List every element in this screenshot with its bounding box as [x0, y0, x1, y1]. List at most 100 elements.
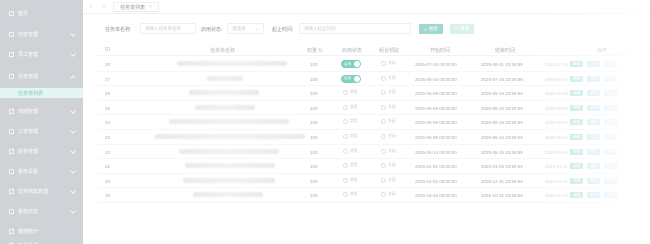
enabled-radio[interactable]: 禁用 — [343, 90, 358, 96]
view-button[interactable]: 查看 — [587, 192, 600, 199]
delete-button[interactable]: 删除 — [604, 192, 617, 199]
header-combined: 组合领取 — [379, 48, 400, 54]
view-button[interactable]: 查看 — [587, 75, 600, 82]
sidebar-item-items_after-3[interactable]: 系统设置 — [0, 162, 83, 180]
table-row[interactable]: 24 100 禁用 关闭 2025-06-05 00:00:00 2025-06-15 2… — [97, 115, 650, 130]
row-created: 2025-01-01 — [545, 164, 569, 170]
enabled-radio[interactable]: 禁用 — [343, 192, 358, 198]
view-button[interactable]: 查看 — [587, 90, 600, 97]
table-row[interactable]: 21 100 禁用 关闭 2025-01-01 00:00:00 2025-01-05 2… — [97, 159, 650, 174]
view-button[interactable]: 查看 — [587, 119, 600, 126]
sidebar-item-items_after-7[interactable]: 其他设置 — [0, 236, 83, 244]
chevron-down-icon — [70, 108, 76, 114]
view-button[interactable]: 查看 — [587, 134, 600, 140]
radio-label: 禁用 — [350, 90, 358, 95]
edit-button[interactable]: 编辑 — [570, 163, 583, 170]
edit-button[interactable]: 编辑 — [570, 148, 583, 155]
edit-button[interactable]: 编辑 — [570, 134, 583, 140]
delete-button[interactable]: 删除 — [604, 75, 617, 82]
edit-button[interactable]: 编辑 — [570, 177, 583, 184]
table-row[interactable]: 26 100 禁用 关闭 2025-06-09 00:00:00 2025-06-15 2… — [97, 86, 650, 101]
table-row[interactable]: 28 100 启用 关闭 2025-07-16 00:00:00 2025-08-01 2… — [97, 57, 650, 72]
reset-button[interactable]: ↻ 重置 — [450, 24, 474, 34]
back-icon[interactable]: ‹ — [88, 4, 94, 10]
task-name-input[interactable]: 请输入任务单名称 — [140, 23, 196, 34]
sidebar-item-items_after-1[interactable]: 订单管理 — [0, 122, 83, 140]
combined-radio[interactable]: 关闭 — [381, 90, 396, 96]
enabled-radio[interactable]: 禁用 — [343, 177, 358, 183]
delete-button[interactable]: 删除 — [604, 177, 617, 184]
delete-button[interactable]: 删除 — [604, 148, 617, 155]
table-row[interactable]: 20 100 禁用 关闭 2025-12-01 00:00:00 2025-12-31 2… — [97, 174, 650, 189]
radio-label: 禁用 — [350, 119, 358, 124]
sidebar-item-items-1[interactable]: 内容管理 — [0, 25, 83, 43]
combined-radio[interactable]: 关闭 — [381, 177, 396, 183]
delete-button[interactable]: 删除 — [604, 61, 617, 67]
table-header: ID 任务单名称 权重 ⇅ 启用状态 组合领取 开始时间 结束时间 操作 — [97, 44, 650, 56]
sidebar-subitem-task-list[interactable]: 任务单列表 — [0, 88, 83, 98]
tab-task-list[interactable]: 任务单列表 × — [113, 2, 159, 12]
radio-label: 禁用 — [350, 177, 358, 182]
combined-radio[interactable]: 关闭 — [381, 192, 396, 198]
sidebar-item-items-2[interactable]: 员工管理 — [0, 45, 83, 63]
enabled-radio[interactable]: 禁用 — [343, 119, 358, 125]
table-row[interactable]: 22 100 禁用 关闭 2025-06-14 00:00:00 2025-06-15 2… — [97, 145, 650, 160]
combined-radio[interactable]: 关闭 — [381, 75, 396, 81]
view-button[interactable]: 查看 — [587, 61, 600, 67]
table-row[interactable]: 27 100 启用 关闭 2025-06-16 00:00:00 2025-07-16 2… — [97, 72, 650, 87]
status-select[interactable]: 请选择 ⌄ — [227, 23, 264, 34]
view-button[interactable]: 查看 — [587, 104, 600, 111]
time-range-input[interactable]: 请输入起止时间 — [299, 23, 411, 34]
combined-radio[interactable]: 关闭 — [381, 61, 396, 66]
close-icon[interactable]: × — [149, 4, 152, 10]
combined-radio[interactable]: 关闭 — [381, 119, 396, 125]
view-button[interactable]: 查看 — [587, 177, 600, 184]
view-button[interactable]: 查看 — [587, 148, 600, 155]
header-name: 任务单名称 — [210, 48, 236, 54]
toggle-label: 启用 — [344, 61, 351, 66]
sidebar-item-items_after-0[interactable]: 商城管理 — [0, 102, 83, 120]
edit-button-label: 编辑 — [573, 105, 580, 110]
delete-button[interactable]: 删除 — [604, 134, 617, 140]
combined-radio[interactable]: 关闭 — [381, 163, 396, 169]
search-button[interactable]: ⌕ 搜索 — [419, 24, 443, 34]
enabled-radio[interactable]: 禁用 — [343, 134, 358, 139]
sidebar-item-items-0[interactable]: 首页 — [0, 4, 83, 22]
row-start-time: 2025-06-09 00:00:00 — [415, 91, 457, 97]
table-row[interactable]: 25 100 禁用 关闭 2025-06-06 00:00:00 2025-06-15 2… — [97, 101, 650, 116]
combined-radio[interactable]: 关闭 — [381, 104, 396, 110]
delete-button[interactable]: 删除 — [604, 163, 617, 170]
enabled-radio[interactable]: 禁用 — [343, 104, 358, 110]
sidebar-item-items-3[interactable]: 任务管理 — [0, 67, 83, 85]
view-button[interactable]: 查看 — [587, 163, 600, 170]
forward-icon[interactable]: › — [101, 4, 107, 10]
combined-radio[interactable]: 关闭 — [381, 134, 396, 139]
menu-icon — [9, 51, 14, 57]
delete-button-label: 删除 — [607, 192, 614, 197]
enabled-radio[interactable]: 禁用 — [343, 148, 358, 154]
edit-button[interactable]: 编辑 — [570, 75, 583, 82]
edit-button[interactable]: 编辑 — [570, 90, 583, 97]
combined-radio[interactable]: 关闭 — [381, 148, 396, 154]
header-weight-label: 权重 — [307, 48, 318, 54]
table-row[interactable]: 23 100 禁用 关闭 2025-06-05 00:00:00 2025-06-15 2… — [97, 130, 650, 145]
enabled-toggle[interactable]: 启用 — [341, 60, 361, 68]
edit-button[interactable]: 编辑 — [570, 119, 583, 126]
radio-label: 禁用 — [350, 163, 358, 168]
search-icon: ⌕ — [424, 26, 427, 32]
delete-button[interactable]: 删除 — [604, 104, 617, 111]
edit-button[interactable]: 编辑 — [570, 104, 583, 111]
enabled-toggle[interactable]: 启用 — [341, 74, 361, 83]
edit-button[interactable]: 编辑 — [570, 61, 583, 67]
header-weight[interactable]: 权重 ⇅ — [307, 47, 323, 54]
edit-button[interactable]: 编辑 — [570, 192, 583, 199]
sidebar-item-items_after-5[interactable]: 系统日志 — [0, 202, 83, 220]
sidebar-item-items_after-2[interactable]: 财务管理 — [0, 142, 83, 160]
row-weight: 100 — [310, 76, 318, 82]
delete-button[interactable]: 删除 — [604, 90, 617, 97]
enabled-radio[interactable]: 禁用 — [343, 163, 358, 169]
sidebar-item-items_after-4[interactable]: 文件档案管理 — [0, 182, 83, 200]
table-row[interactable]: 19 100 禁用 关闭 2025-10-15 00:00:00 2025-10-31 2… — [97, 188, 650, 203]
menu-icon — [9, 228, 14, 234]
delete-button[interactable]: 删除 — [604, 119, 617, 126]
